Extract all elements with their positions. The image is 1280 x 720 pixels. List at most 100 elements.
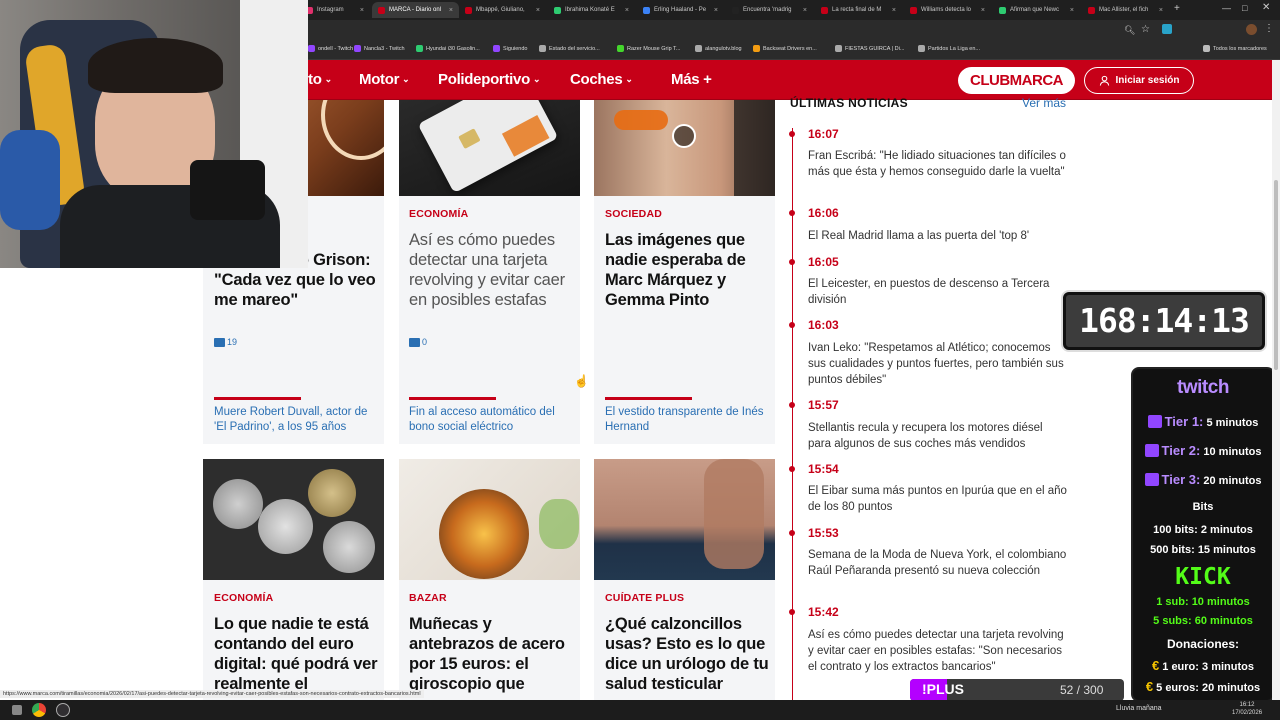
plus-count: 52 / 300 bbox=[1060, 683, 1104, 697]
article-section[interactable]: SOCIEDAD bbox=[605, 208, 662, 220]
close-window-icon[interactable]: ✕ bbox=[1262, 2, 1270, 13]
related-link[interactable]: Fin al acceso automático del bono social… bbox=[409, 405, 574, 435]
start-icon[interactable] bbox=[12, 705, 22, 715]
timeline-dot bbox=[789, 259, 795, 265]
browser-tab[interactable]: Erling Haaland - Pe × bbox=[637, 2, 724, 18]
article-image bbox=[594, 459, 775, 580]
nav-item-deporte[interactable]: to ⌄ bbox=[308, 71, 332, 88]
article-card[interactable]: SOCIEDAD Las imágenes que nadie esperaba… bbox=[594, 100, 775, 444]
bookmark-label: alangulotv.blog bbox=[705, 45, 742, 52]
bookmark-item[interactable]: FIESTAS GUIRCA | Di... bbox=[835, 45, 904, 52]
nav-item-polideportivo[interactable]: Polideportivo ⌄ bbox=[438, 71, 541, 88]
news-time: 15:54 bbox=[808, 462, 839, 476]
chrome-icon[interactable] bbox=[32, 703, 46, 717]
bookmark-item[interactable]: Estado del servicio... bbox=[539, 45, 600, 52]
browser-tab[interactable]: Mac Allister, el fich × bbox=[1082, 2, 1169, 18]
browser-tab[interactable]: MARCA - Diario onl × bbox=[372, 2, 459, 18]
tab-favicon bbox=[821, 6, 828, 14]
tab-favicon bbox=[732, 6, 739, 14]
bookmark-item[interactable]: Hyundai i30 Gasolin... bbox=[416, 45, 480, 52]
profile-avatar[interactable] bbox=[1246, 24, 1257, 35]
browser-tab[interactable]: Mbappé, Giuliano, × bbox=[459, 2, 546, 18]
article-section[interactable]: CUÍDATE PLUS bbox=[605, 592, 684, 604]
club-marca-button[interactable]: CLUBMARCA bbox=[958, 67, 1075, 94]
article-card[interactable]: ECONOMÍA Lo que nadie te está contando d… bbox=[203, 459, 384, 700]
news-headline-link[interactable]: El Leicester, en puestos de descenso a T… bbox=[808, 276, 1068, 308]
browser-tab[interactable]: Ibrahima Konaté E × bbox=[548, 2, 635, 18]
bookmark-label: ondell - Twitch bbox=[318, 45, 354, 52]
extension-icon[interactable] bbox=[1162, 24, 1172, 34]
related-link[interactable]: El vestido transparente de Inés Hernand bbox=[605, 405, 765, 435]
article-card[interactable]: ECONOMÍA Así es cómo puedes detectar una… bbox=[399, 100, 580, 444]
article-section[interactable]: ECONOMÍA bbox=[214, 592, 273, 604]
browser-tab[interactable]: Williams detecta lo × bbox=[904, 2, 991, 18]
close-tab-icon[interactable]: × bbox=[1070, 7, 1074, 14]
scrollbar-thumb[interactable] bbox=[1274, 180, 1278, 370]
news-headline-link[interactable]: Ivan Leko: "Respetamos al Atlético; cono… bbox=[808, 340, 1068, 388]
close-tab-icon[interactable]: × bbox=[892, 7, 896, 14]
page-scrollbar[interactable] bbox=[1272, 60, 1280, 700]
article-headline[interactable]: ¿Qué calzoncillos usas? Esto es lo que d… bbox=[605, 614, 770, 694]
article-headline[interactable]: Así es cómo puedes detectar una tarjeta … bbox=[409, 230, 574, 310]
nav-item-motor[interactable]: Motor ⌄ bbox=[359, 71, 410, 88]
close-tab-icon[interactable]: × bbox=[981, 7, 985, 14]
bookmark-item[interactable]: ondell - Twitch bbox=[308, 45, 353, 52]
maximize-icon[interactable]: □ bbox=[1242, 3, 1247, 13]
bookmark-item[interactable]: Partidos La Liga en... bbox=[918, 45, 980, 52]
related-link[interactable]: Muere Robert Duvall, actor de 'El Padrin… bbox=[214, 405, 379, 435]
bookmark-item[interactable]: Nancla3 - Twitch bbox=[354, 45, 405, 52]
minimize-icon[interactable]: — bbox=[1222, 3, 1231, 13]
star-icon[interactable]: ☆ bbox=[1141, 24, 1150, 35]
comment-count[interactable]: 0 bbox=[409, 337, 427, 347]
browser-tab[interactable]: Instagram × bbox=[300, 2, 370, 18]
menu-icon[interactable]: ⋮ bbox=[1264, 23, 1274, 34]
new-tab-button[interactable]: + bbox=[1174, 3, 1180, 14]
close-tab-icon[interactable]: × bbox=[803, 7, 807, 14]
article-section[interactable]: BAZAR bbox=[409, 592, 447, 604]
article-headline[interactable]: Muñecas y antebrazos de acero por 15 eur… bbox=[409, 614, 574, 694]
bookmark-label: Razer Mouse Grip T... bbox=[627, 45, 681, 52]
article-headline[interactable]: Lo que nadie te está contando del euro d… bbox=[214, 614, 379, 694]
bookmark-item[interactable]: Razer Mouse Grip T... bbox=[617, 45, 680, 52]
all-bookmarks-folder[interactable]: Todos los marcadores bbox=[1203, 45, 1267, 52]
article-headline[interactable]: Las imágenes que nadie esperaba de Marc … bbox=[605, 230, 765, 310]
browser-tab[interactable]: Afirman que Newc × bbox=[993, 2, 1080, 18]
tab-label: Ibrahima Konaté E bbox=[565, 7, 615, 13]
close-tab-icon[interactable]: × bbox=[714, 7, 718, 14]
news-headline-link[interactable]: Semana de la Moda de Nueva York, el colo… bbox=[808, 547, 1068, 579]
login-button[interactable]: Iniciar sesión bbox=[1084, 67, 1194, 94]
article-section[interactable]: ECONOMÍA bbox=[409, 208, 468, 220]
close-tab-icon[interactable]: × bbox=[449, 7, 453, 14]
gallery-icon bbox=[672, 124, 696, 148]
obs-icon[interactable] bbox=[56, 703, 70, 717]
browser-tab[interactable]: La recta final de M × bbox=[815, 2, 902, 18]
latest-news-more-link[interactable]: Ver más bbox=[1022, 96, 1066, 110]
comment-count[interactable]: 19 bbox=[214, 337, 237, 347]
system-clock[interactable]: 16:12 17/02/2026 bbox=[1232, 701, 1262, 717]
bookmark-item[interactable]: alangulotv.blog bbox=[695, 45, 742, 52]
news-headline-link[interactable]: Así es cómo puedes detectar una tarjeta … bbox=[808, 627, 1068, 675]
tab-label: Afirman que Newc bbox=[1010, 7, 1060, 13]
nav-item-coches[interactable]: Coches ⌄ bbox=[570, 71, 633, 88]
zoom-icon[interactable]: 🔍︎ bbox=[1124, 25, 1135, 36]
bookmark-item[interactable]: Siguiendo bbox=[493, 45, 527, 52]
tab-favicon bbox=[999, 6, 1006, 14]
bookmark-label: Estado del servicio... bbox=[549, 45, 600, 52]
article-card[interactable]: CUÍDATE PLUS ¿Qué calzoncillos usas? Est… bbox=[594, 459, 775, 700]
article-card[interactable]: BAZAR Muñecas y antebrazos de acero por … bbox=[399, 459, 580, 700]
news-headline-link[interactable]: Stellantis recula y recupera los motores… bbox=[808, 420, 1068, 452]
news-headline-link[interactable]: El Eibar suma más puntos en Ipurúa que e… bbox=[808, 483, 1068, 515]
timeline-dot bbox=[789, 530, 795, 536]
close-tab-icon[interactable]: × bbox=[1159, 7, 1163, 14]
news-headline-link[interactable]: El Real Madrid llama a las puerta del 't… bbox=[808, 228, 1068, 244]
bookmark-item[interactable]: Backseat Drivers en... bbox=[753, 45, 817, 52]
plus-label: !PLUS bbox=[922, 681, 964, 697]
news-headline-link[interactable]: Fran Escribá: "He lidiado situaciones ta… bbox=[808, 148, 1068, 180]
nav-item-mas[interactable]: Más + bbox=[671, 71, 712, 88]
close-tab-icon[interactable]: × bbox=[360, 7, 364, 14]
browser-tab[interactable]: Encuentra 'madrig × bbox=[726, 2, 813, 18]
related-divider bbox=[214, 397, 301, 400]
close-tab-icon[interactable]: × bbox=[536, 7, 540, 14]
weather-widget[interactable]: Lluvia mañana bbox=[1116, 705, 1162, 712]
close-tab-icon[interactable]: × bbox=[625, 7, 629, 14]
